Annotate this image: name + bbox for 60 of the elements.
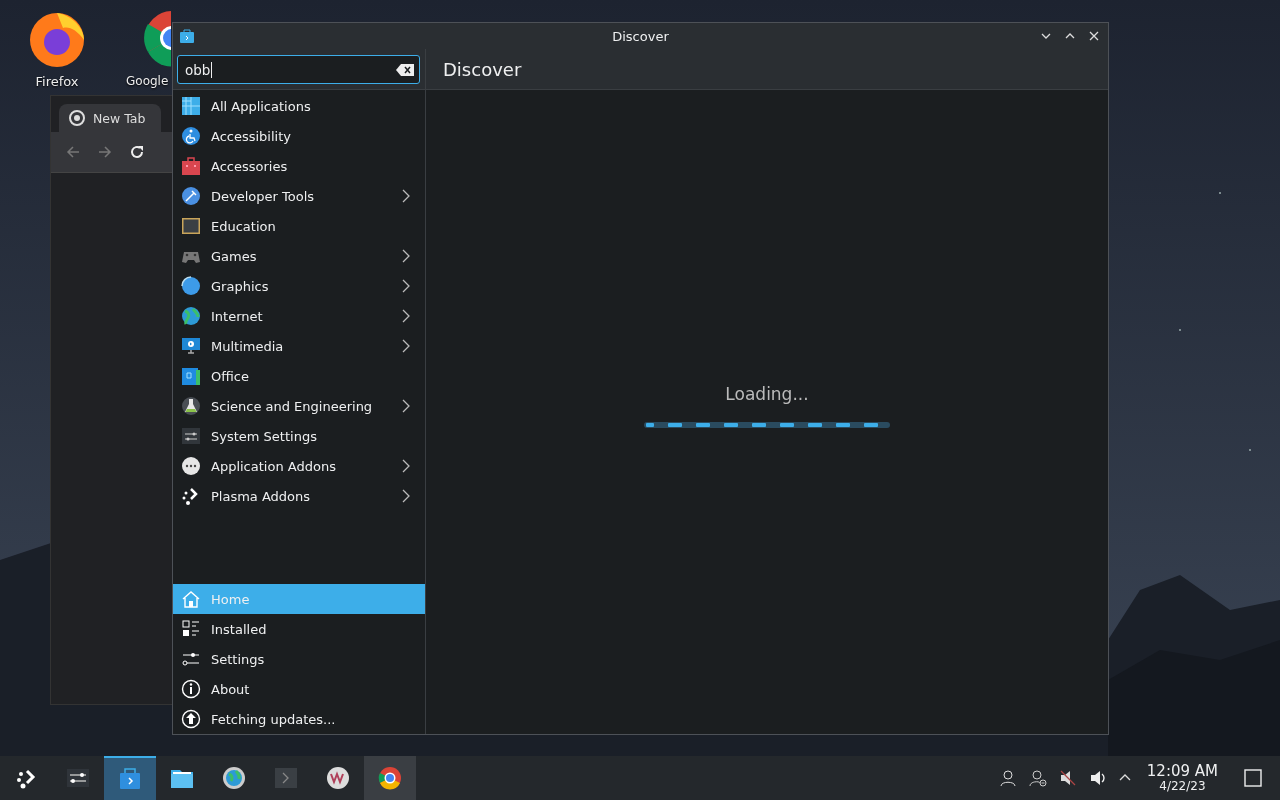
category-item[interactable]: Education <box>173 211 425 241</box>
chalkboard-icon <box>181 216 201 236</box>
category-item[interactable]: Accessibility <box>173 121 425 151</box>
search-field[interactable]: obb <box>177 55 420 84</box>
back-icon[interactable] <box>65 144 81 160</box>
firefox-icon[interactable] <box>27 10 87 70</box>
muted-speaker-icon[interactable] <box>1058 769 1077 787</box>
document-icon <box>181 366 201 386</box>
category-item[interactable]: Accessories <box>173 151 425 181</box>
window-title: Discover <box>612 28 669 44</box>
loading-text: Loading... <box>725 384 809 404</box>
toolbox-icon <box>181 156 201 176</box>
category-item[interactable]: All Applications <box>173 91 425 121</box>
desktop-icon-label[interactable]: Google <box>126 74 169 88</box>
nav-item[interactable]: Fetching updates... <box>173 704 425 734</box>
info-icon <box>181 679 201 699</box>
ellipsis-icon <box>181 456 201 476</box>
user-minus-icon[interactable] <box>1028 769 1047 787</box>
terminal-icon <box>274 766 298 790</box>
reload-icon[interactable] <box>129 144 145 160</box>
gear-globe-icon <box>222 766 246 790</box>
nav-item[interactable]: Settings <box>173 644 425 674</box>
speaker-icon[interactable] <box>1088 769 1107 787</box>
category-item[interactable]: Developer Tools <box>173 181 425 211</box>
nav-item[interactable]: About <box>173 674 425 704</box>
category-item[interactable]: Games <box>173 241 425 271</box>
nav-item[interactable]: Installed <box>173 614 425 644</box>
category-item[interactable]: System Settings <box>173 421 425 451</box>
show-desktop-icon[interactable] <box>1244 769 1262 787</box>
page-title: Discover <box>443 58 522 80</box>
category-item[interactable]: Internet <box>173 301 425 331</box>
close-icon[interactable] <box>1088 30 1100 42</box>
grid-icon <box>181 96 201 116</box>
hammer-icon <box>181 186 201 206</box>
category-item[interactable]: Plasma Addons <box>173 481 425 511</box>
list-icon <box>181 619 201 639</box>
shopping-bag-icon <box>118 766 142 790</box>
globe-icon <box>181 306 201 326</box>
task-button[interactable] <box>364 756 416 800</box>
category-item[interactable]: Multimedia <box>173 331 425 361</box>
browser-tab[interactable]: New Tab <box>59 104 161 132</box>
shopping-bag-icon <box>179 28 195 44</box>
clock[interactable]: 12:09 AM 4/22/23 <box>1146 763 1218 793</box>
desktop-icon-label[interactable]: Firefox <box>35 74 79 89</box>
flask-icon <box>181 396 201 416</box>
forward-icon[interactable] <box>97 144 113 160</box>
upload-icon <box>181 709 201 729</box>
home-icon <box>181 589 201 609</box>
circle-logo-icon <box>326 766 350 790</box>
category-item[interactable]: Science and Engineering <box>173 391 425 421</box>
clear-icon[interactable] <box>396 63 414 76</box>
category-item[interactable]: Office <box>173 361 425 391</box>
user-icon[interactable] <box>998 769 1017 787</box>
category-item[interactable]: Graphics <box>173 271 425 301</box>
category-item[interactable]: Application Addons <box>173 451 425 481</box>
monitor-icon <box>181 336 201 356</box>
accessibility-icon <box>181 126 201 146</box>
sliders-icon <box>181 426 201 446</box>
sliders-icon <box>66 766 90 790</box>
sphere-icon <box>181 276 201 296</box>
